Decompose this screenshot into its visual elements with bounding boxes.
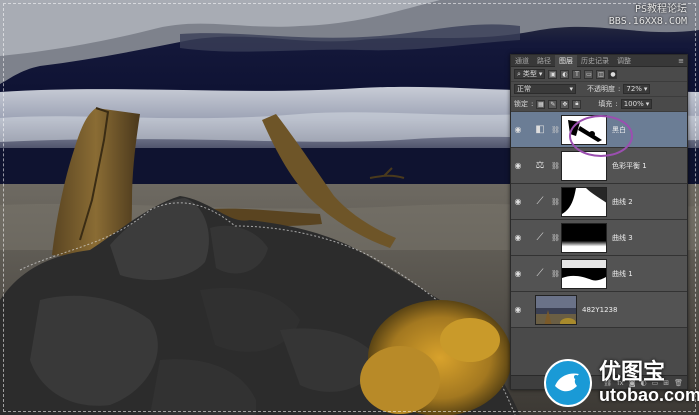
eye-icon[interactable]: ◉ [511,269,525,278]
mask-thumbnail-image [568,119,602,142]
layer-mask-thumbnail[interactable] [561,114,607,145]
tab-paths[interactable]: 路径 [533,55,555,67]
layer-mask-thumbnail[interactable] [561,222,607,253]
forum-watermark-line1: PS教程论坛 [634,4,687,15]
filter-kind-label: 类型 [522,70,537,78]
brand-logo-icon [544,359,592,407]
layer-row-color-balance[interactable]: ◉ ⚖ ⛓ 色彩平衡 1 [511,148,687,184]
panel-menu-icon[interactable]: ≡ [678,57,687,65]
curves-adjustment-icon: ⟋ [536,268,544,279]
layer-name[interactable]: 黑白 [612,125,626,135]
layer-thumbnail[interactable] [535,294,577,325]
curves-adjustment-icon: ⟋ [536,232,544,243]
layer-mask-thumbnail[interactable] [561,186,607,217]
fill-label: 填充 [598,100,613,108]
color-balance-adjustment-icon: ⚖ [535,160,545,171]
chevron-down-icon: ▾ [643,85,648,93]
lock-row: 锁定 : ▦ ✎ ✥ 🔒︎ 填充 : 100% ▾ [511,97,687,112]
fill-colon: : [615,100,618,108]
layer-row-curves-1[interactable]: ◉ ⟋ ⛓ 曲线 1 [511,256,687,292]
lock-position-icon[interactable]: ✥ [560,99,570,109]
layer-name[interactable]: 482Y1238 [582,306,617,314]
layer-row-curves-2[interactable]: ◉ ⟋ ⛓ 曲线 2 [511,184,687,220]
filter-smart-icon[interactable]: ◫ [596,69,606,79]
eye-icon[interactable]: ◉ [511,233,525,242]
brand-text: 优图宝 utobao.com [599,360,699,405]
tab-history[interactable]: 历史记录 [577,55,613,67]
chain-link-icon[interactable]: ⛓ [551,234,560,242]
opacity-colon: : [618,85,621,93]
layer-name[interactable]: 色彩平衡 1 [612,161,647,171]
chevron-down-icon: ▾ [569,85,573,93]
brand-name: 优图宝 [599,360,666,385]
lock-image-icon[interactable]: ✎ [548,99,558,109]
filter-shape-icon[interactable]: ▭ [584,69,594,79]
blend-mode-select[interactable]: 正常 ▾ [514,84,576,94]
layer-mask-thumbnail[interactable] [561,150,607,181]
eye-icon[interactable]: ◉ [511,161,525,170]
tab-adjustments[interactable]: 调整 [613,55,635,67]
layer-name[interactable]: 曲线 2 [612,197,633,207]
lock-all-icon[interactable]: 🔒︎ [572,99,582,109]
chain-link-icon[interactable]: ⛓ [551,162,560,170]
forum-watermark: PS教程论坛 BBS.16XX8.COM [609,4,687,28]
brand-url: utobao.com [599,385,699,405]
filter-row: ⌕ 类型 ▾ ▣ ◐ T ▭ ◫ ● [511,67,687,82]
opacity-input[interactable]: 72% ▾ [623,84,651,94]
blend-mode-value: 正常 [517,85,531,93]
layer-name[interactable]: 曲线 1 [612,269,633,279]
lock-label: 锁定 [514,100,528,108]
lock-transparent-icon[interactable]: ▦ [536,99,546,109]
mask-thumbnail-image [562,259,606,288]
fill-input[interactable]: 100% ▾ [620,99,653,109]
layer-mask-thumbnail[interactable] [561,258,607,289]
opacity-label: 不透明度 [587,85,615,93]
tab-channels[interactable]: 通道 [511,55,533,67]
fill-value: 100% [623,100,644,108]
layer-name[interactable]: 曲线 3 [612,233,633,243]
layer-list: ◉ ◧ ⛓ 黑白 ◉ ⚖ ⛓ 色彩平衡 1 ◉ ⟋ ⛓ 曲线 2 ◉ ⟋ ⛓ 曲… [511,112,687,328]
layer-row-black-white[interactable]: ◉ ◧ ⛓ 黑白 [511,112,687,148]
search-icon: ⌕ [517,70,521,78]
chain-link-icon[interactable]: ⛓ [551,270,560,278]
chain-link-icon[interactable]: ⛓ [551,126,560,134]
filter-type-icon[interactable]: T [572,69,582,79]
black-white-adjustment-icon: ◧ [535,124,545,135]
layers-panel: 通道 路径 图层 历史记录 调整 ≡ ⌕ 类型 ▾ ▣ ◐ T ▭ ◫ ● 正常… [510,54,688,390]
layer-row-curves-3[interactable]: ◉ ⟋ ⛓ 曲线 3 [511,220,687,256]
layer-row-photo[interactable]: ◉ 482Y1238 [511,292,687,328]
eye-icon[interactable]: ◉ [511,305,525,314]
lock-colon: : [531,100,534,108]
eye-icon[interactable]: ◉ [511,197,525,206]
panel-tabbar: 通道 路径 图层 历史记录 调整 ≡ [511,54,687,67]
chevron-down-icon: ▾ [645,100,650,108]
filter-pixel-icon[interactable]: ▣ [548,69,558,79]
eye-icon[interactable]: ◉ [511,125,525,134]
curves-adjustment-icon: ⟋ [536,196,544,207]
filter-toggle-icon[interactable]: ● [608,69,618,79]
opacity-value: 72% [626,85,642,93]
filter-kind-select[interactable]: ⌕ 类型 ▾ [514,69,546,79]
forum-watermark-line2: BBS.16XX8.COM [608,16,687,27]
chevron-down-icon: ▾ [538,70,543,78]
tab-layers[interactable]: 图层 [555,54,577,67]
chain-link-icon[interactable]: ⛓ [551,198,560,206]
mask-thumbnail-image [562,187,606,214]
filter-adjust-icon[interactable]: ◐ [560,69,570,79]
brand-watermark: 优图宝 utobao.com [543,358,699,408]
layer-thumbnail-image [536,295,576,324]
blend-row: 正常 ▾ 不透明度 : 72% ▾ [511,82,687,97]
